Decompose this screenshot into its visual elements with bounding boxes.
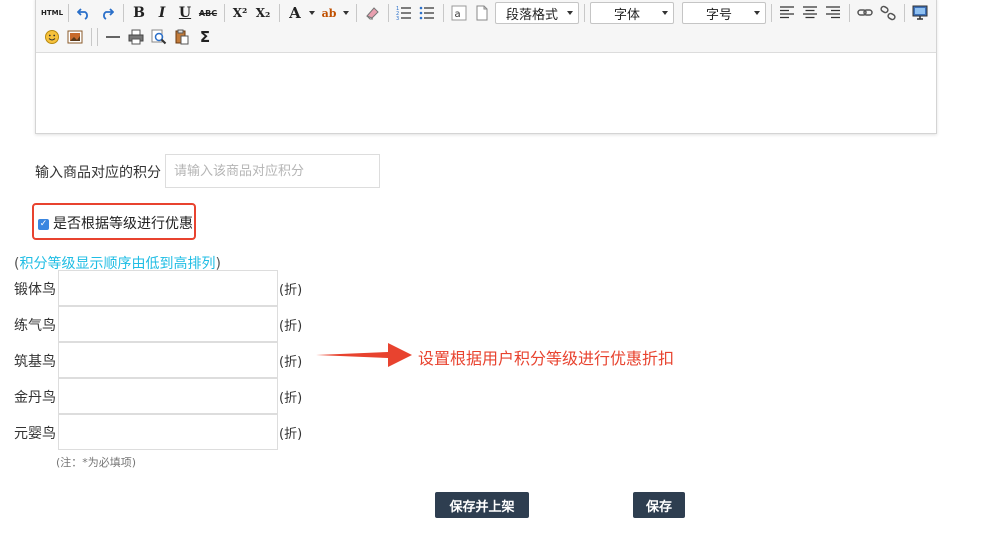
toolbar-divider (224, 4, 225, 22)
level-name: 锻体鸟 (14, 282, 56, 298)
toolbar-divider (356, 4, 357, 22)
level-name: 筑基鸟 (14, 354, 56, 370)
editor-toolbar: HTML B I U ABC X² X₂ A ab 1 2 3 a 段落格式 字… (36, 0, 936, 53)
sum-icon[interactable]: Σ (195, 27, 215, 47)
level-name: 元婴鸟 (14, 426, 56, 442)
bold-button[interactable]: B (129, 3, 149, 23)
level-discount-input[interactable] (58, 342, 278, 378)
level-discount-input[interactable] (58, 270, 278, 306)
superscript-button[interactable]: X² (230, 3, 250, 23)
level-unit: (折) (279, 391, 303, 406)
align-center-icon[interactable] (800, 3, 820, 23)
horizontal-rule-icon[interactable] (103, 27, 123, 47)
font-family-label: 字体 (613, 7, 640, 23)
points-input[interactable] (165, 154, 380, 188)
undo-icon[interactable] (74, 3, 94, 23)
chevron-down-icon (754, 11, 760, 15)
align-left-icon[interactable] (777, 3, 797, 23)
points-label: 输入商品对应的积分 (35, 165, 161, 181)
svg-text:3: 3 (396, 16, 399, 21)
svg-text:a: a (455, 9, 461, 20)
highlight-button[interactable]: ab (319, 3, 339, 23)
toolbar-divider (849, 4, 850, 22)
print-icon[interactable] (126, 27, 146, 47)
ordered-list-icon[interactable]: 123 (394, 3, 414, 23)
unordered-list-icon[interactable] (417, 3, 437, 23)
toolbar-divider (97, 28, 98, 46)
toolbar-divider (279, 4, 280, 22)
toolbar-divider (123, 4, 124, 22)
chevron-down-icon[interactable] (308, 3, 316, 23)
level-unit: (折) (279, 427, 303, 442)
toolbar-row-2: Σ (42, 25, 218, 49)
font-size-label: 字号 (705, 7, 732, 23)
image-icon[interactable] (65, 27, 85, 47)
eraser-icon[interactable] (362, 3, 382, 23)
paste-icon[interactable] (172, 27, 192, 47)
font-family-select[interactable]: 字体 (590, 2, 674, 24)
editor-content-area[interactable] (36, 53, 936, 133)
preview-monitor-icon[interactable] (910, 3, 930, 23)
page-icon[interactable] (472, 3, 492, 23)
annotation-text: 设置根据用户积分等级进行优惠折扣 (418, 349, 675, 368)
html-source-button[interactable]: HTML (41, 3, 63, 23)
paragraph-format-select[interactable]: 段落格式 (495, 2, 579, 24)
toolbar-divider (91, 28, 92, 46)
discount-by-level-checkbox[interactable]: ✓ (38, 219, 49, 230)
toolbar-divider (388, 4, 389, 22)
chevron-down-icon (662, 11, 668, 15)
unlink-icon[interactable] (878, 3, 898, 23)
level-discount-input[interactable] (58, 414, 278, 450)
discount-checkbox-highlight: ✓ 是否根据等级进行优惠 (32, 203, 196, 240)
subscript-button[interactable]: X₂ (253, 3, 273, 23)
font-color-button[interactable]: A (285, 3, 305, 23)
level-unit: (折) (279, 283, 303, 298)
font-size-select[interactable]: 字号 (682, 2, 766, 24)
level-discount-input[interactable] (58, 378, 278, 414)
link-icon[interactable] (855, 3, 875, 23)
level-unit: (折) (279, 319, 303, 334)
toolbar-divider (584, 4, 585, 22)
search-icon[interactable] (149, 27, 169, 47)
toolbar-divider (771, 4, 772, 22)
italic-button[interactable]: I (152, 3, 172, 23)
rich-text-editor: HTML B I U ABC X² X₂ A ab 1 2 3 a 段落格式 字… (35, 0, 937, 134)
redo-icon[interactable] (97, 3, 117, 23)
anchor-icon[interactable]: a (449, 3, 469, 23)
align-right-icon[interactable] (823, 3, 843, 23)
toolbar-divider (443, 4, 444, 22)
toolbar-row-1: HTML B I U ABC X² X₂ A ab 1 2 3 a 段落格式 字… (41, 1, 933, 25)
chevron-down-icon[interactable] (342, 3, 350, 23)
save-button[interactable]: 保存 (633, 492, 685, 518)
level-name: 练气鸟 (14, 318, 56, 334)
discount-by-level-label: 是否根据等级进行优惠 (53, 216, 193, 232)
level-unit: (折) (279, 355, 303, 370)
check-icon: ✓ (39, 219, 48, 229)
toolbar-divider (904, 4, 905, 22)
annotation-arrow-icon (316, 343, 412, 367)
save-and-list-button[interactable]: 保存并上架 (435, 492, 529, 518)
paragraph-format-label: 段落格式 (505, 7, 558, 23)
underline-button[interactable]: U (175, 3, 195, 23)
chevron-down-icon (567, 11, 573, 15)
emoji-icon[interactable] (42, 27, 62, 47)
level-discount-input[interactable] (58, 306, 278, 342)
required-note: (注：*为必填项) (56, 456, 137, 469)
toolbar-divider (68, 4, 69, 22)
level-name: 金丹鸟 (14, 390, 56, 406)
strikethrough-button[interactable]: ABC (198, 3, 218, 23)
